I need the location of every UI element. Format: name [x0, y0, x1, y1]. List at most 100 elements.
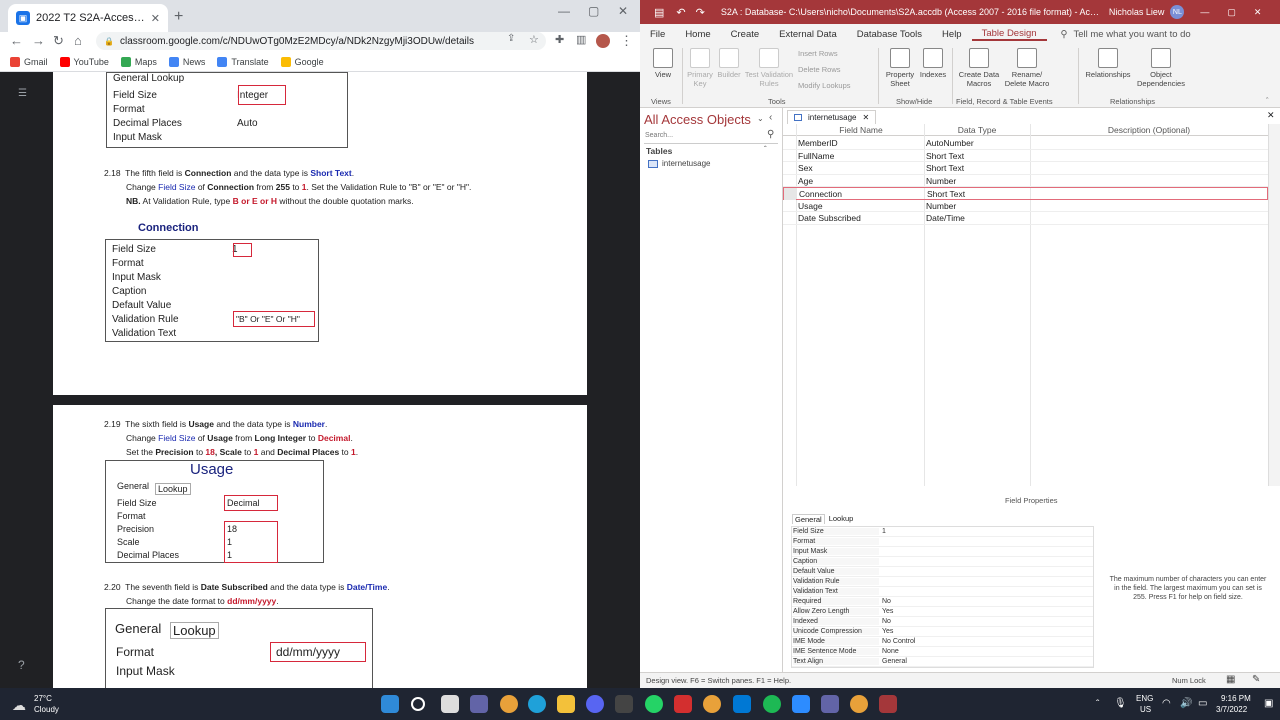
user-avatar[interactable]: NL: [1170, 5, 1185, 19]
tell-me-box[interactable]: Tell me what you want to do: [1073, 29, 1190, 40]
fp-row[interactable]: Allow Zero Length Yes: [792, 607, 1093, 617]
zoom-icon[interactable]: [792, 695, 810, 713]
table-row[interactable]: Usage Number: [783, 200, 1268, 212]
browser-tab[interactable]: ▣ 2022 T2 S2A-Access Assignment ✕: [8, 4, 168, 32]
grid-vertical-scrollbar[interactable]: [1268, 124, 1280, 486]
table-row[interactable]: Age Number: [783, 175, 1268, 187]
table-row[interactable]: Date Subscribed Date/Time: [783, 212, 1268, 225]
spotify-icon[interactable]: [763, 695, 781, 713]
doc-tab-close-icon[interactable]: ✕: [862, 113, 869, 122]
nav-section-tables[interactable]: Tables: [646, 146, 672, 156]
teams-icon[interactable]: [821, 695, 839, 713]
discord-icon[interactable]: [586, 695, 604, 713]
rename-delete-macro-button[interactable]: Rename/ Delete Macro: [1002, 48, 1052, 88]
fp-row[interactable]: IME Sentence Mode None: [792, 647, 1093, 657]
nav-table-internetusage[interactable]: internetusage: [648, 159, 710, 168]
wifi-icon[interactable]: ◠: [1162, 698, 1171, 709]
fp-tab-general[interactable]: General: [792, 514, 825, 524]
fp-tab-lookup[interactable]: Lookup: [829, 514, 854, 524]
table-row-selected[interactable]: Connection Short Text: [783, 187, 1268, 200]
fp-row[interactable]: Unicode Compression Yes: [792, 627, 1093, 637]
bookmark-google[interactable]: Google: [280, 56, 324, 67]
home-icon[interactable]: ⌂: [74, 33, 82, 48]
chat-icon[interactable]: [470, 695, 488, 713]
collapse-ribbon-icon[interactable]: ˆ: [1266, 96, 1269, 105]
new-tab-button[interactable]: +: [174, 8, 183, 26]
edge-icon[interactable]: [528, 695, 546, 713]
forward-icon[interactable]: →: [32, 33, 45, 48]
weather-cloud-icon[interactable]: ☁: [12, 697, 26, 714]
bookmark-star-icon[interactable]: ☆: [529, 33, 539, 46]
access-minimize-icon[interactable]: —: [1200, 7, 1209, 17]
tab-file[interactable]: File: [640, 29, 675, 40]
bookmark-news[interactable]: News: [168, 56, 205, 67]
help-icon[interactable]: ?: [18, 658, 25, 672]
fp-row[interactable]: Format: [792, 537, 1093, 547]
mail-icon[interactable]: [733, 695, 751, 713]
sidebar-icon[interactable]: ▥: [576, 33, 586, 46]
task-view-icon[interactable]: [441, 695, 459, 713]
share-icon[interactable]: ⇪: [507, 33, 515, 44]
nav-section-collapse-icon[interactable]: ˆ: [764, 145, 767, 154]
fp-row[interactable]: Default Value: [792, 567, 1093, 577]
notifications-icon[interactable]: ▣: [1264, 698, 1273, 709]
nav-dropdown-icon[interactable]: ⌄: [757, 114, 764, 123]
primary-key-button[interactable]: Primary Key: [684, 48, 716, 88]
pdf-reader-icon[interactable]: [674, 695, 692, 713]
tab-create[interactable]: Create: [721, 29, 770, 40]
bookmark-translate[interactable]: Translate: [217, 56, 269, 67]
object-dependencies-button[interactable]: Object Dependencies: [1136, 48, 1186, 88]
property-sheet-button[interactable]: Property Sheet: [882, 48, 918, 88]
undo-icon[interactable]: ↶: [676, 6, 685, 19]
modify-lookups-button[interactable]: Modify Lookups: [798, 81, 851, 90]
document-viewer[interactable]: ☰ ? General Lookup Field Size Integer For…: [0, 72, 640, 688]
table-row[interactable]: FullName Short Text: [783, 150, 1268, 162]
clock-time[interactable]: 9:16 PM: [1221, 694, 1251, 703]
close-document-icon[interactable]: ✕: [1267, 110, 1275, 121]
microphone-icon[interactable]: 🎙: [1114, 698, 1127, 709]
insert-rows-button[interactable]: Insert Rows: [798, 49, 838, 58]
chrome-taskbar-icon[interactable]: [500, 695, 518, 713]
design-view-icon[interactable]: ✎: [1252, 674, 1260, 685]
fp-row[interactable]: Validation Rule: [792, 577, 1093, 587]
fp-row[interactable]: Required No: [792, 597, 1093, 607]
access-restore-icon[interactable]: ▢: [1227, 7, 1236, 18]
save-icon[interactable]: ▤: [654, 6, 664, 19]
nav-search-input[interactable]: Search...: [644, 132, 778, 144]
extensions-icon[interactable]: ✚: [555, 33, 564, 46]
chrome-minimize-icon[interactable]: —: [558, 4, 570, 18]
profile-avatar[interactable]: [596, 34, 610, 48]
fp-row[interactable]: Input Mask: [792, 547, 1093, 557]
weather-desc[interactable]: Cloudy: [34, 705, 59, 714]
chrome-profile-icon[interactable]: [703, 695, 721, 713]
region-code[interactable]: US: [1140, 705, 1151, 714]
weather-temp[interactable]: 27°C: [34, 694, 52, 703]
volume-icon[interactable]: 🔊: [1180, 698, 1192, 709]
view-button[interactable]: View: [648, 48, 678, 79]
indexes-button[interactable]: Indexes: [918, 48, 948, 79]
create-data-macros-button[interactable]: Create Data Macros: [956, 48, 1002, 88]
builder-button[interactable]: Builder: [716, 48, 742, 79]
file-explorer-icon[interactable]: [557, 695, 575, 713]
nav-collapse-icon[interactable]: ‹: [769, 112, 772, 123]
fp-row[interactable]: Text Align General: [792, 657, 1093, 667]
bookmark-maps[interactable]: Maps: [120, 56, 157, 67]
bookmark-youtube[interactable]: YouTube: [59, 56, 109, 67]
nav-title[interactable]: All Access Objects: [644, 112, 751, 127]
tab-database-tools[interactable]: Database Tools: [847, 29, 932, 40]
chrome-menu-icon[interactable]: ⋮: [620, 33, 633, 49]
back-icon[interactable]: ←: [10, 33, 23, 48]
search-icon[interactable]: [411, 697, 425, 711]
start-windows-icon[interactable]: [381, 695, 399, 713]
tray-chevron-icon[interactable]: ˆ: [1096, 699, 1099, 710]
delete-rows-button[interactable]: Delete Rows: [798, 65, 841, 74]
battery-icon[interactable]: ▭: [1198, 698, 1207, 709]
tab-external-data[interactable]: External Data: [769, 29, 847, 40]
chrome-maximize-icon[interactable]: ▢: [588, 4, 599, 18]
tab-table-design[interactable]: Table Design: [971, 28, 1047, 41]
whatsapp-icon[interactable]: [645, 695, 663, 713]
address-bar[interactable]: 🔒 classroom.google.com/c/NDUwOTg0MzE2MDc…: [96, 32, 546, 50]
relationships-button[interactable]: Relationships: [1082, 48, 1134, 79]
chrome-close-icon[interactable]: ✕: [618, 4, 628, 18]
fp-row[interactable]: Validation Text: [792, 587, 1093, 597]
